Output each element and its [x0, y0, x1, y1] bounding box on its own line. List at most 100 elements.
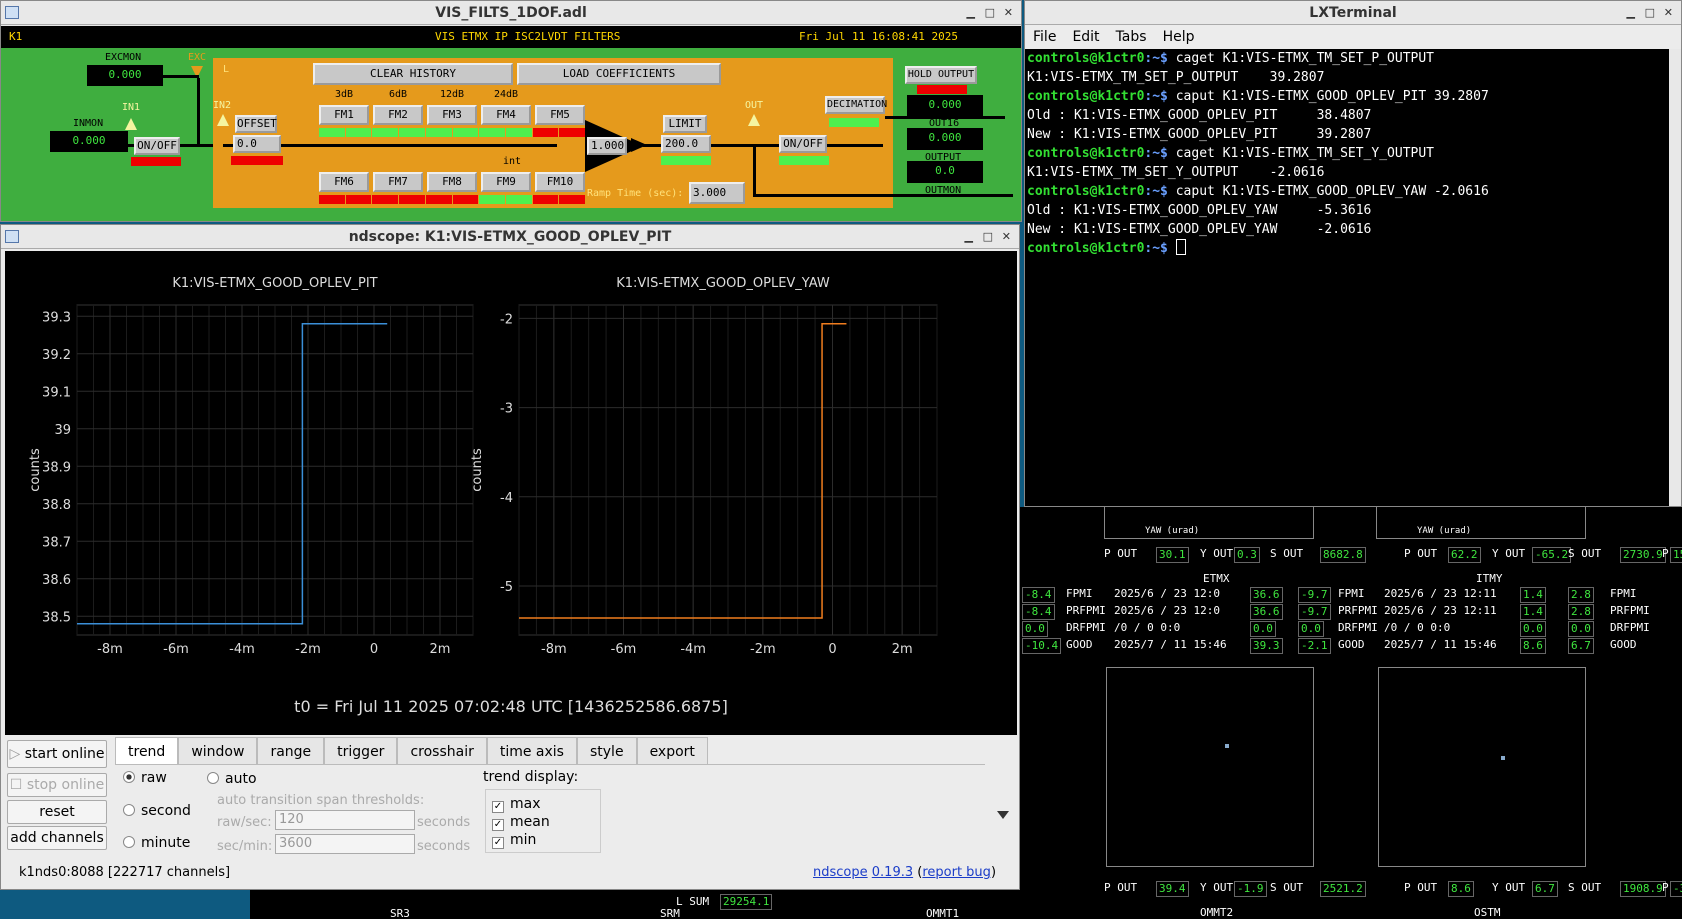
- filter-module-button[interactable]: FM7: [373, 172, 423, 192]
- filter-module-button[interactable]: FM10: [535, 172, 585, 192]
- filter-module-button[interactable]: FM2: [373, 105, 423, 125]
- y-tick-label: 39.1: [42, 385, 71, 400]
- terminal-scrollbar[interactable]: [1669, 49, 1681, 506]
- filter-module-button[interactable]: FM6: [319, 172, 369, 192]
- minute-radio[interactable]: minute: [123, 835, 190, 851]
- menu-file[interactable]: File: [1033, 29, 1056, 45]
- maximize-icon[interactable]: □: [1645, 1, 1655, 25]
- filter-module-button[interactable]: FM8: [427, 172, 477, 192]
- in2-label: IN2: [213, 100, 232, 111]
- pout-value: 2730.9: [1620, 547, 1666, 563]
- filter-module-button[interactable]: FM5: [535, 105, 585, 125]
- minimize-icon[interactable]: ▁: [967, 1, 975, 25]
- etmx-p-value: 39.3: [1250, 638, 1283, 654]
- menu-edit[interactable]: Edit: [1072, 29, 1099, 45]
- raw-radio[interactable]: raw: [123, 770, 167, 786]
- version-link[interactable]: 0.19.3: [872, 865, 913, 880]
- itmy-date: 2025/6 / 23 12:11: [1384, 604, 1497, 617]
- max-checkbox[interactable]: ✓ max: [492, 796, 541, 813]
- terminal-line: controls@k1ctr0:~$ caget K1:VIS-ETMX_TM_…: [1027, 49, 1669, 68]
- ramp-time-input[interactable]: 3.000: [689, 182, 745, 204]
- etmx-label: ETMX: [1203, 572, 1230, 585]
- inmon-value: 0.000: [50, 131, 128, 152]
- filter-module-button[interactable]: FM1: [319, 105, 369, 125]
- report-bug-link[interactable]: report bug: [922, 865, 991, 880]
- oplev-plot-itmy: [1378, 667, 1586, 867]
- l-label: L: [223, 64, 230, 75]
- close-icon[interactable]: ✕: [1004, 1, 1013, 25]
- filter-module-button[interactable]: FM9: [481, 172, 531, 192]
- tab-window[interactable]: window: [178, 737, 258, 764]
- load-coefficients-button[interactable]: LOAD COEFFICIENTS: [517, 63, 721, 85]
- mean-checkbox[interactable]: ✓ mean: [492, 814, 550, 831]
- row-label: FPMI: [1066, 587, 1093, 600]
- tab-time-axis[interactable]: time axis: [486, 737, 577, 764]
- bottom-label-sr3: SR3: [390, 907, 410, 919]
- maximize-icon[interactable]: □: [985, 1, 995, 25]
- sec-min-input[interactable]: 3600: [275, 834, 415, 854]
- second-radio[interactable]: second: [123, 803, 191, 819]
- minimize-icon[interactable]: ▁: [1627, 1, 1635, 25]
- medm-filter-window: VIS_FILTS_1DOF.adl ▁ □ ✕ K1 VIS ETMX IP …: [0, 0, 1022, 222]
- close-icon[interactable]: ✕: [1664, 1, 1673, 25]
- output-indicator: [779, 156, 829, 165]
- play-icon: ▷: [9, 746, 25, 762]
- input-onoff-button[interactable]: ON/OFF: [134, 137, 180, 155]
- clear-history-button[interactable]: CLEAR HISTORY: [313, 63, 513, 85]
- raw-sec-label: raw/sec:: [217, 815, 272, 830]
- tab-style[interactable]: style: [576, 737, 637, 764]
- tab-export[interactable]: export: [636, 737, 708, 764]
- ndscope-link[interactable]: ndscope: [813, 865, 868, 880]
- gain-input[interactable]: 1.000: [587, 137, 627, 155]
- auto-radio[interactable]: auto: [207, 771, 257, 787]
- terminal-cursor: [1175, 239, 1186, 255]
- pout-value: -1.9: [1234, 881, 1267, 897]
- minimize-icon[interactable]: ▁: [965, 225, 973, 249]
- stop-online-button[interactable]: ☐ stop online: [7, 773, 107, 797]
- add-channels-button[interactable]: add channels: [7, 826, 107, 850]
- charts-svg[interactable]: -8m -6m -4m -2m 0 2m 38.5 38.6 38.7 38.8 38.9 39 39.…: [5, 251, 1017, 735]
- start-online-button[interactable]: ▷ start online: [7, 740, 107, 768]
- tab-range[interactable]: range: [257, 737, 325, 764]
- limit-input[interactable]: 200.0: [661, 135, 711, 153]
- limit-button[interactable]: LIMIT: [663, 115, 707, 133]
- decimation-button[interactable]: DECIMATION: [825, 96, 887, 114]
- terminal-output[interactable]: controls@k1ctr0:~$ caget K1:VIS-ETMX_TM_…: [1025, 49, 1669, 506]
- filter-module-button[interactable]: FM3: [427, 105, 477, 125]
- prompt-user: controls@k1ctr0: [1027, 146, 1145, 161]
- chart-yaw[interactable]: -8m -6m -4m -2m 0 2m -2 -3 -4 -5 K1:VIS-ETMX_GOOD_…: [470, 276, 938, 657]
- prompt-user: controls@k1ctr0: [1027, 184, 1145, 199]
- x-tick-label: -2m: [295, 642, 321, 657]
- filter-module-button[interactable]: FM4: [481, 105, 531, 125]
- x-tick-label: -2m: [750, 642, 776, 657]
- tab-trend[interactable]: trend: [115, 737, 179, 764]
- menu-tabs[interactable]: Tabs: [1116, 29, 1147, 45]
- itmy-date: 2025/6 / 23 12:11: [1384, 587, 1497, 600]
- close-icon[interactable]: ✕: [1002, 225, 1011, 249]
- tab-crosshair[interactable]: crosshair: [397, 737, 487, 764]
- maximize-icon[interactable]: □: [983, 225, 993, 249]
- int-label-row: int: [319, 156, 585, 170]
- tab-trigger[interactable]: trigger: [324, 737, 398, 764]
- offset-button[interactable]: OFFSET: [235, 115, 277, 133]
- fm-top-row: FM1 FM2 FM3 FM4 FM5: [319, 105, 585, 125]
- menu-help[interactable]: Help: [1163, 29, 1195, 45]
- reset-button[interactable]: reset: [7, 800, 107, 824]
- expand-down-icon[interactable]: [997, 811, 1009, 819]
- pout-value: 0.3: [1234, 547, 1260, 563]
- output-onoff-button[interactable]: ON/OFF: [779, 135, 827, 153]
- min-checkbox[interactable]: ✓ min: [492, 832, 536, 849]
- pout-value: 150: [1670, 547, 1682, 563]
- hold-output-button[interactable]: HOLD OUTPUT: [905, 66, 977, 84]
- trend-display-box: ✓ max ✓ mean ✓ min: [485, 789, 601, 853]
- offset-input[interactable]: 0.0: [233, 135, 281, 153]
- bottom-label-ostm: OSTM: [1474, 906, 1501, 919]
- plot-area[interactable]: -8m -6m -4m -2m 0 2m 38.5 38.6 38.7 38.8 38.9 39 39.…: [5, 251, 1017, 735]
- medm-title-bar[interactable]: VIS_FILTS_1DOF.adl ▁ □ ✕: [1, 1, 1021, 25]
- chart-pit[interactable]: -8m -6m -4m -2m 0 2m 38.5 38.6 38.7 38.8 38.9 39 39.…: [28, 276, 474, 657]
- ndscope-title-bar[interactable]: ndscope: K1:VIS-ETMX_GOOD_OPLEV_PIT ▁ □ …: [1, 225, 1019, 249]
- raw-sec-input[interactable]: 120: [275, 810, 415, 830]
- y-tick-label: 38.5: [42, 610, 71, 625]
- terminal-title-bar[interactable]: LXTerminal ▁ □ ✕: [1025, 1, 1681, 25]
- input-indicator: [131, 157, 181, 166]
